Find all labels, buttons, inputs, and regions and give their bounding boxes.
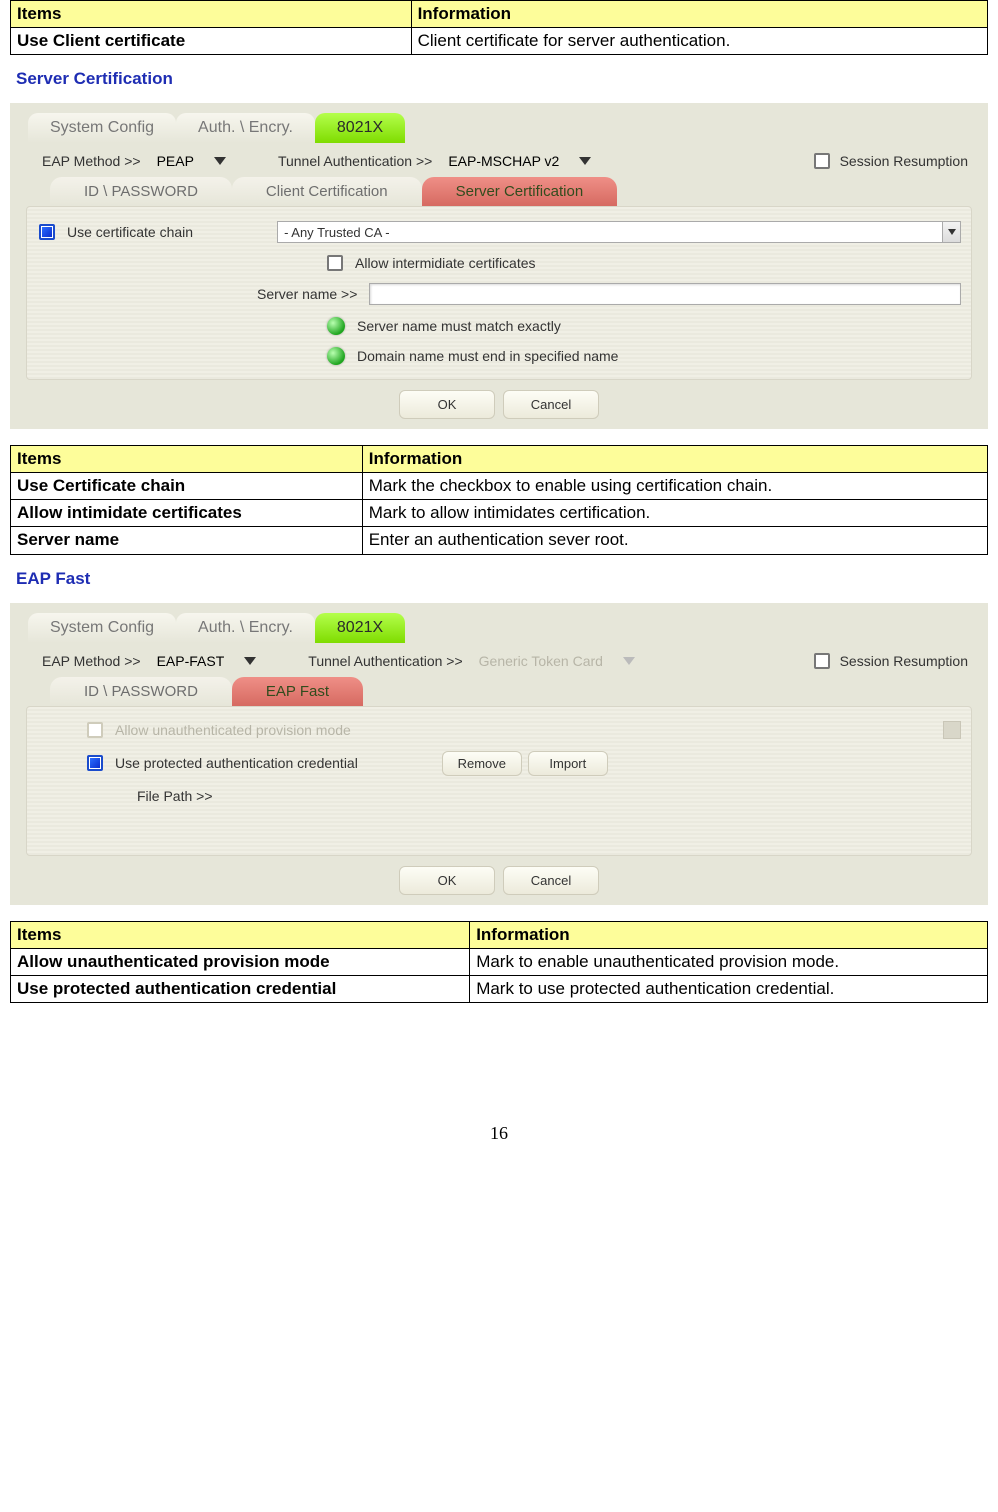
eap-method-label: EAP Method >> <box>42 153 141 169</box>
cell-val: Mark to allow intimidates certification. <box>362 500 987 527</box>
import-button[interactable]: Import <box>528 751 608 776</box>
th-info: Information <box>411 1 987 28</box>
table-row: Use protected authentication credential … <box>11 975 988 1002</box>
cell-key: Allow unauthenticated provision mode <box>11 948 470 975</box>
radio-icon[interactable] <box>327 347 345 365</box>
ok-button[interactable]: OK <box>399 390 495 419</box>
cell-key: Use protected authentication credential <box>11 975 470 1002</box>
heading-server-certification: Server Certification <box>16 69 988 89</box>
remove-button[interactable]: Remove <box>442 751 522 776</box>
subtab-server-certification[interactable]: Server Certification <box>422 177 618 206</box>
tab-8021x[interactable]: 8021X <box>315 613 405 643</box>
cell-key: Use Client certificate <box>11 28 412 55</box>
cancel-button[interactable]: Cancel <box>503 866 599 895</box>
tunnel-auth-select[interactable]: EAP-MSCHAP v2 <box>442 151 597 171</box>
match-exactly-label: Server name must match exactly <box>357 318 561 334</box>
subtab-id-password[interactable]: ID \ PASSWORD <box>50 177 232 206</box>
tunnel-auth-select[interactable]: Generic Token Card <box>473 651 641 671</box>
tunnel-auth-label: Tunnel Authentication >> <box>278 153 432 169</box>
cancel-button[interactable]: Cancel <box>503 390 599 419</box>
table-client-cert: Items Information Use Client certificate… <box>10 0 988 55</box>
server-cert-form: Use certificate chain - Any Trusted CA -… <box>26 206 972 380</box>
allow-intermediate-checkbox[interactable] <box>327 255 343 271</box>
eap-method-select[interactable]: EAP-FAST <box>151 651 263 671</box>
th-items: Items <box>11 1 412 28</box>
th-info: Information <box>470 921 988 948</box>
domain-end-label: Domain name must end in specified name <box>357 348 618 364</box>
cell-val: Mark to enable unauthenticated provision… <box>470 948 988 975</box>
tunnel-auth-label: Tunnel Authentication >> <box>308 653 462 669</box>
tab-system-config[interactable]: System Config <box>28 113 176 143</box>
allow-unauth-label: Allow unauthenticated provision mode <box>115 722 351 738</box>
chevron-down-icon <box>244 657 256 665</box>
chevron-down-icon <box>942 222 960 242</box>
tunnel-auth-value: EAP-MSCHAP v2 <box>448 153 559 169</box>
disabled-icon <box>943 721 961 739</box>
use-protected-checkbox[interactable] <box>87 755 103 771</box>
server-name-input[interactable] <box>369 283 961 305</box>
allow-intermediate-label: Allow intermidiate certificates <box>355 255 536 271</box>
tab-system-config[interactable]: System Config <box>28 613 176 643</box>
session-resumption-checkbox[interactable] <box>814 653 830 669</box>
table-row: Allow unauthenticated provision mode Mar… <box>11 948 988 975</box>
cell-val: Client certificate for server authentica… <box>411 28 987 55</box>
th-items: Items <box>11 921 470 948</box>
table-row: Use Certificate chain Mark the checkbox … <box>11 473 988 500</box>
radio-icon[interactable] <box>327 317 345 335</box>
allow-unauth-checkbox <box>87 722 103 738</box>
chevron-down-icon <box>623 657 635 665</box>
cell-val: Mark the checkbox to enable using certif… <box>362 473 987 500</box>
tab-auth-encry[interactable]: Auth. \ Encry. <box>176 613 315 643</box>
session-resumption-label: Session Resumption <box>840 653 968 669</box>
tunnel-auth-value: Generic Token Card <box>479 653 603 669</box>
server-name-label: Server name >> <box>257 286 357 302</box>
subtab-id-password[interactable]: ID \ PASSWORD <box>50 677 232 706</box>
eap-method-label: EAP Method >> <box>42 653 141 669</box>
eap-method-value: EAP-FAST <box>157 653 225 669</box>
cell-key: Server name <box>11 527 363 554</box>
session-resumption-checkbox[interactable] <box>814 153 830 169</box>
cell-val: Mark to use protected authentication cre… <box>470 975 988 1002</box>
session-resumption-label: Session Resumption <box>840 153 968 169</box>
cell-key: Use Certificate chain <box>11 473 363 500</box>
trusted-ca-value: - Any Trusted CA - <box>284 225 390 240</box>
table-row: Allow intimidate certificates Mark to al… <box>11 500 988 527</box>
tab-auth-encry[interactable]: Auth. \ Encry. <box>176 113 315 143</box>
screenshot-eap-fast: System Config Auth. \ Encry. 8021X EAP M… <box>10 603 988 905</box>
use-cert-chain-checkbox[interactable] <box>39 224 55 240</box>
chevron-down-icon <box>579 157 591 165</box>
th-items: Items <box>11 446 363 473</box>
th-info: Information <box>362 446 987 473</box>
tab-8021x[interactable]: 8021X <box>315 113 405 143</box>
table-server-cert: Items Information Use Certificate chain … <box>10 445 988 554</box>
heading-eap-fast: EAP Fast <box>16 569 988 589</box>
cell-val: Enter an authentication sever root. <box>362 527 987 554</box>
cell-key: Allow intimidate certificates <box>11 500 363 527</box>
use-protected-label: Use protected authentication credential <box>115 755 358 771</box>
table-eap-fast: Items Information Allow unauthenticated … <box>10 921 988 1003</box>
table-row: Use Client certificate Client certificat… <box>11 28 988 55</box>
ok-button[interactable]: OK <box>399 866 495 895</box>
trusted-ca-select[interactable]: - Any Trusted CA - <box>277 221 961 243</box>
use-cert-chain-label: Use certificate chain <box>67 224 193 240</box>
subtab-eap-fast[interactable]: EAP Fast <box>232 677 363 706</box>
chevron-down-icon <box>214 157 226 165</box>
subtab-client-certification[interactable]: Client Certification <box>232 177 422 206</box>
eap-method-value: PEAP <box>157 153 194 169</box>
file-path-label: File Path >> <box>137 788 213 804</box>
page-number: 16 <box>10 1123 988 1164</box>
screenshot-server-cert: System Config Auth. \ Encry. 8021X EAP M… <box>10 103 988 429</box>
table-row: Server name Enter an authentication seve… <box>11 527 988 554</box>
eap-fast-form: Allow unauthenticated provision mode Use… <box>26 706 972 856</box>
eap-method-select[interactable]: PEAP <box>151 151 232 171</box>
